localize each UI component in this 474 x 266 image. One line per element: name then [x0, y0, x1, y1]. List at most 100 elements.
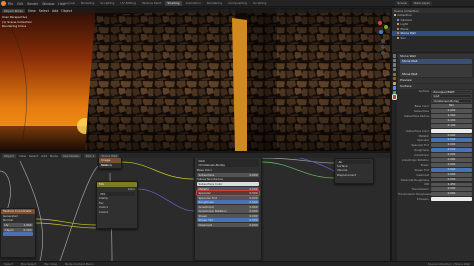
- surface-section-header[interactable]: Surface: [398, 84, 474, 89]
- axis-gizmo-z-icon[interactable]: [379, 30, 383, 34]
- camera-view-icon[interactable]: [381, 51, 385, 55]
- tab-rendering[interactable]: Rendering: [204, 1, 224, 6]
- blender-logo-icon[interactable]: [1, 1, 6, 6]
- property-value-field[interactable]: GGX: [431, 94, 472, 98]
- field-subsurface-color[interactable]: Subsurface Color: [197, 182, 259, 187]
- outliner-title[interactable]: Scene Collection: [394, 9, 419, 13]
- subsurface-method-dropdown[interactable]: Christensen-Burley: [197, 163, 259, 168]
- vp-menu-add[interactable]: Add: [52, 9, 58, 13]
- tool-tab-icon[interactable]: [392, 54, 397, 58]
- field-anisotropic-rotation[interactable]: Anisotropic Rotation 0.000: [197, 209, 259, 214]
- tab-texture-paint[interactable]: Texture Paint: [140, 1, 164, 6]
- material-slot-list-empty[interactable]: [400, 64, 472, 72]
- vp-menu-view[interactable]: View: [28, 9, 36, 13]
- property-value-field[interactable]: 0.000: [431, 191, 472, 197]
- field-clearcoat[interactable]: Clearcoat 0.000: [197, 222, 259, 227]
- outliner-item[interactable]: Sun: [392, 36, 474, 41]
- preview-section-header[interactable]: Preview: [398, 78, 474, 84]
- render-tab-icon[interactable]: [392, 58, 397, 63]
- use-nodes-toggle[interactable]: Use Nodes: [60, 153, 81, 158]
- world-tab-icon[interactable]: [392, 77, 397, 81]
- tab-scripting[interactable]: Scripting: [251, 1, 269, 6]
- property-label: Transmission: [411, 187, 429, 192]
- 3d-viewport[interactable]: Object Mode View Select Add Object User …: [0, 8, 390, 151]
- property-value-field[interactable]: 0.000: [431, 172, 472, 177]
- tab-compositing[interactable]: Compositing: [226, 1, 250, 6]
- field-label: Anisotropic: [198, 204, 215, 209]
- field-value-blue[interactable]: [3, 232, 33, 237]
- tab-layout[interactable]: Layout: [62, 1, 77, 6]
- axis-gizmo-y-icon[interactable]: [384, 25, 388, 29]
- output-target-dropdown[interactable]: All: [337, 159, 371, 164]
- field-metallic[interactable]: Metallic 0.000: [197, 186, 259, 191]
- tab-sculpting[interactable]: Sculpting: [98, 1, 117, 6]
- field-sheen[interactable]: Sheen 0.000: [197, 213, 259, 218]
- slot-selector[interactable]: Slot 1: [83, 153, 97, 158]
- principled-bsdf-node[interactable]: BSDF GGX Christensen-Burley Base Color S…: [194, 153, 262, 261]
- field-specular[interactable]: Specular 0.500: [196, 190, 260, 197]
- object-tab-icon[interactable]: [392, 81, 397, 86]
- zoom-icon[interactable]: [381, 39, 385, 43]
- field-sheen-tint[interactable]: Sheen Tint 0.500: [197, 218, 259, 223]
- field-subsurface[interactable]: Subsurface 0.000: [197, 172, 259, 177]
- ne-menu-view[interactable]: View: [19, 154, 26, 158]
- tab-animation[interactable]: Animation: [183, 1, 203, 6]
- material-tab-icon[interactable]: [392, 94, 398, 100]
- menu-edit[interactable]: Edit: [17, 2, 23, 6]
- tab-shading[interactable]: Shading: [164, 1, 183, 6]
- property-value-field[interactable]: 0.100: [431, 123, 472, 128]
- mode-selector[interactable]: Object Mode: [2, 8, 25, 13]
- property-row: Surface Principled BSDF: [398, 89, 474, 94]
- vp-menu-select[interactable]: Select: [39, 9, 49, 13]
- field-label: Clearcoat: [198, 222, 212, 227]
- field-label: Roughness: [198, 200, 214, 205]
- field-specular-tint[interactable]: Specular Tint 0.000: [197, 195, 259, 200]
- property-label: Base Color: [414, 104, 429, 109]
- output-tab-icon[interactable]: [392, 63, 397, 67]
- property-label: Sheen Tint: [414, 167, 429, 172]
- distribution-dropdown[interactable]: GGX: [197, 158, 259, 163]
- status-scene-info: Scene Collection | Stone Wall: [427, 262, 470, 266]
- menu-file[interactable]: File: [8, 2, 13, 6]
- render-status: Rendering Done: [2, 24, 27, 28]
- field-value-x[interactable]: UV 1.000: [3, 223, 33, 228]
- field-label: Object: [4, 227, 14, 232]
- property-label: Subsurface Color: [406, 128, 429, 133]
- material-name-field[interactable]: Stone Wall: [400, 72, 472, 78]
- tab-uv-editing[interactable]: UV Editing: [118, 1, 139, 6]
- field-anisotropic[interactable]: Anisotropic 0.000: [197, 204, 259, 209]
- shader-node-editor[interactable]: Object View Select Add Node Use Nodes Sl…: [0, 153, 390, 261]
- scene-tab-icon[interactable]: [392, 72, 397, 76]
- ne-menu-select[interactable]: Select: [29, 154, 38, 158]
- object-type-icon: [397, 18, 399, 21]
- menu-window[interactable]: Window: [42, 2, 54, 6]
- properties-tab-bar: [392, 53, 398, 261]
- properties-content: Stone Wall Stone Wall Stone Wall Preview…: [398, 53, 474, 202]
- editor-type-selector[interactable]: Object: [2, 153, 16, 158]
- axis-gizmo-x-icon[interactable]: [378, 21, 382, 25]
- property-value-field[interactable]: Principled BSDF: [431, 89, 472, 93]
- image-texture-node-top[interactable]: Image Texture Color: [98, 157, 122, 169]
- scene-selector[interactable]: Scene: [395, 1, 409, 6]
- menu-render[interactable]: Render: [27, 2, 38, 6]
- ne-menu-add[interactable]: Add: [41, 154, 47, 158]
- tab-modeling[interactable]: Modeling: [78, 1, 97, 6]
- blend-mode-dropdown[interactable]: Mix: [99, 191, 135, 196]
- modifier-tab-icon[interactable]: [392, 86, 397, 90]
- material-slot-list-item[interactable]: Stone Wall: [400, 59, 472, 65]
- vp-menu-object[interactable]: Object: [61, 9, 72, 13]
- material-selector[interactable]: Stone Wall: [99, 153, 120, 158]
- material-output-node[interactable]: All Surface Volume Displacement: [334, 158, 374, 184]
- property-value-field[interactable]: [431, 197, 472, 201]
- ne-menu-node[interactable]: Node: [50, 154, 58, 158]
- property-value-field[interactable]: 0.030: [431, 177, 472, 182]
- property-value-field[interactable]: [431, 128, 472, 133]
- data-tab-icon[interactable]: [392, 90, 397, 95]
- field-value-y[interactable]: Object 0.100: [3, 227, 33, 232]
- view-layer-tab-icon[interactable]: [392, 67, 397, 72]
- view-layer-selector[interactable]: View Layer: [411, 1, 432, 6]
- texture-coordinate-node[interactable]: Texture Coordinate Generated Normal UV 1.…: [0, 208, 36, 258]
- mix-node[interactable]: Mix Color Mix Clamp Fac Color1 Color2: [96, 181, 138, 229]
- pan-icon[interactable]: [381, 45, 385, 49]
- field-roughness[interactable]: Roughness 0.500: [197, 200, 259, 205]
